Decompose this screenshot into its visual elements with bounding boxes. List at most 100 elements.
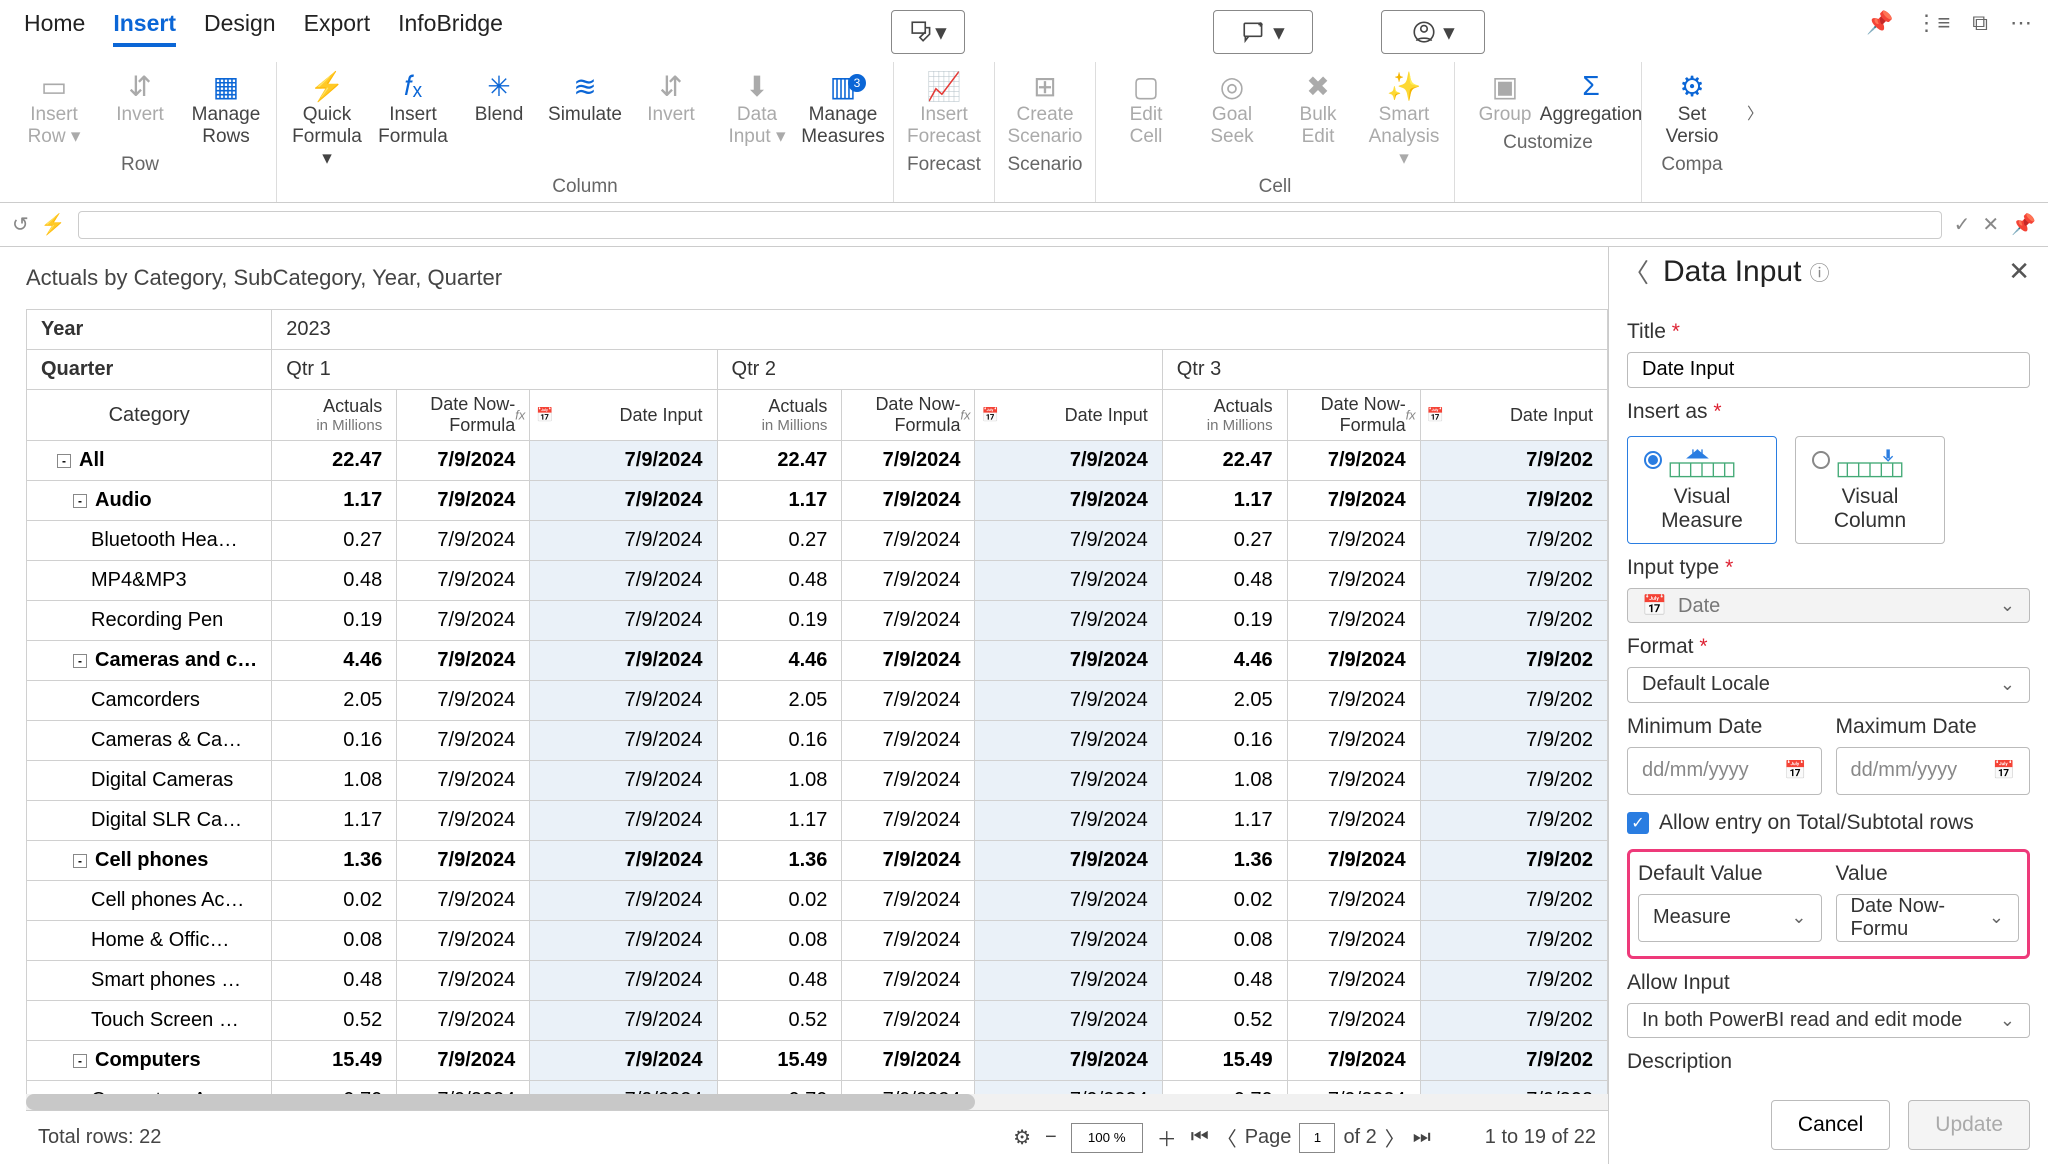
actuals-cell[interactable]: 22.47 bbox=[1162, 441, 1287, 481]
actuals-cell[interactable]: 1.36 bbox=[717, 841, 842, 881]
datenow-cell[interactable]: 7/9/2024 bbox=[1287, 1081, 1420, 1095]
datenow-cell[interactable]: 7/9/2024 bbox=[842, 881, 975, 921]
datenow-cell[interactable]: 7/9/2024 bbox=[842, 801, 975, 841]
actuals-cell[interactable]: 0.16 bbox=[1162, 721, 1287, 761]
actuals-cell[interactable]: 0.02 bbox=[717, 881, 842, 921]
actuals-cell[interactable]: 0.19 bbox=[1162, 601, 1287, 641]
datenow-cell[interactable]: 7/9/2024 bbox=[397, 1081, 530, 1095]
actuals-cell[interactable]: 0.48 bbox=[1162, 561, 1287, 601]
allow-total-checkbox[interactable]: ✓ bbox=[1627, 812, 1649, 834]
dateinput-cell[interactable]: 7/9/2024 bbox=[530, 1041, 717, 1081]
undo-icon[interactable]: ↺ bbox=[12, 212, 29, 237]
actuals-cell[interactable]: 0.70 bbox=[272, 1081, 397, 1095]
actuals-cell[interactable]: 1.17 bbox=[717, 801, 842, 841]
maxdate-input[interactable]: dd/mm/yyyy📅 bbox=[1836, 747, 2031, 795]
horizontal-scrollbar[interactable] bbox=[26, 1094, 1608, 1110]
datenow-cell[interactable]: 7/9/2024 bbox=[397, 561, 530, 601]
dateinput-cell[interactable]: 7/9/2024 bbox=[530, 841, 717, 881]
dateinput-cell[interactable]: 7/9/2024 bbox=[530, 561, 717, 601]
dateinput-cell[interactable]: 7/9/202 bbox=[1420, 561, 1607, 601]
info-icon[interactable]: ⓘ bbox=[1809, 257, 1829, 286]
datenow-cell[interactable]: 7/9/2024 bbox=[1287, 681, 1420, 721]
datenow-cell[interactable]: 7/9/2024 bbox=[397, 761, 530, 801]
formula-input[interactable] bbox=[78, 211, 1942, 239]
mindate-input[interactable]: dd/mm/yyyy📅 bbox=[1627, 747, 1822, 795]
datenow-cell[interactable]: 7/9/2024 bbox=[1287, 801, 1420, 841]
datenow-cell[interactable]: 7/9/2024 bbox=[842, 561, 975, 601]
tab-home[interactable]: Home bbox=[24, 10, 85, 47]
actuals-cell[interactable]: 4.46 bbox=[272, 641, 397, 681]
category-cell[interactable]: Digital SLR Ca… bbox=[27, 801, 272, 841]
category-cell[interactable]: Digital Cameras bbox=[27, 761, 272, 801]
datenow-cell[interactable]: 7/9/2024 bbox=[397, 441, 530, 481]
actuals-cell[interactable]: 2.05 bbox=[1162, 681, 1287, 721]
datenow-cell[interactable]: 7/9/2024 bbox=[1287, 841, 1420, 881]
ribbon-simulate[interactable]: ≋Simulate bbox=[545, 64, 625, 130]
dateinput-cell[interactable]: 7/9/202 bbox=[1420, 481, 1607, 521]
datenow-cell[interactable]: 7/9/2024 bbox=[1287, 521, 1420, 561]
dateinput-cell[interactable]: 7/9/202 bbox=[1420, 641, 1607, 681]
value-select[interactable]: Date Now-Formu⌄ bbox=[1836, 894, 2020, 942]
dateinput-cell[interactable]: 7/9/2024 bbox=[975, 761, 1162, 801]
page-last-icon[interactable]: ⏭ bbox=[1413, 1126, 1431, 1149]
bolt-icon[interactable]: ⚡ bbox=[41, 212, 66, 237]
datenow-cell[interactable]: 7/9/2024 bbox=[1287, 481, 1420, 521]
dateinput-cell[interactable]: 7/9/2024 bbox=[975, 1081, 1162, 1095]
actuals-cell[interactable]: 1.17 bbox=[1162, 481, 1287, 521]
dateinput-cell[interactable]: 7/9/2024 bbox=[975, 601, 1162, 641]
category-cell[interactable]: Smart phones … bbox=[27, 961, 272, 1001]
category-cell[interactable]: Cell phones Ac… bbox=[27, 881, 272, 921]
actuals-cell[interactable]: 2.05 bbox=[717, 681, 842, 721]
category-cell[interactable]: Bluetooth Hea… bbox=[27, 521, 272, 561]
actuals-cell[interactable]: 15.49 bbox=[272, 1041, 397, 1081]
dateinput-cell[interactable]: 7/9/2024 bbox=[530, 601, 717, 641]
actuals-cell[interactable]: 0.27 bbox=[1162, 521, 1287, 561]
actuals-cell[interactable]: 1.17 bbox=[272, 481, 397, 521]
actuals-cell[interactable]: 22.47 bbox=[717, 441, 842, 481]
datenow-cell[interactable]: 7/9/2024 bbox=[842, 841, 975, 881]
zoom-out-icon[interactable]: − bbox=[1045, 1126, 1057, 1149]
actuals-cell[interactable]: 1.17 bbox=[717, 481, 842, 521]
dateinput-cell[interactable]: 7/9/202 bbox=[1420, 721, 1607, 761]
category-cell[interactable]: -Cell phones bbox=[27, 841, 272, 881]
cancel-button[interactable]: Cancel bbox=[1771, 1100, 1890, 1150]
ribbon-manage-measures[interactable]: ▥3Manage Measures bbox=[803, 64, 883, 152]
datenow-cell[interactable]: 7/9/2024 bbox=[842, 1001, 975, 1041]
actuals-cell[interactable]: 0.27 bbox=[717, 521, 842, 561]
datenow-cell[interactable]: 7/9/2024 bbox=[397, 1001, 530, 1041]
dateinput-cell[interactable]: 7/9/2024 bbox=[530, 761, 717, 801]
actuals-cell[interactable]: 1.17 bbox=[1162, 801, 1287, 841]
category-cell[interactable]: -All bbox=[27, 441, 272, 481]
dateinput-cell[interactable]: 7/9/2024 bbox=[975, 721, 1162, 761]
inputtype-select[interactable]: 📅 Date⌄ bbox=[1627, 588, 2030, 624]
ribbon-quick-formula-[interactable]: ⚡Quick Formula ▾ bbox=[287, 64, 367, 174]
actuals-cell[interactable]: 0.27 bbox=[272, 521, 397, 561]
dateinput-cell[interactable]: 7/9/2024 bbox=[530, 441, 717, 481]
tab-design[interactable]: Design bbox=[204, 10, 276, 47]
datenow-cell[interactable]: 7/9/2024 bbox=[842, 521, 975, 561]
dateinput-cell[interactable]: 7/9/2024 bbox=[530, 881, 717, 921]
actuals-cell[interactable]: 0.19 bbox=[717, 601, 842, 641]
formula-pin-icon[interactable]: 📌 bbox=[2011, 212, 2036, 237]
ribbon-manage-rows[interactable]: ▦Manage Rows bbox=[186, 64, 266, 152]
dateinput-cell[interactable]: 7/9/2024 bbox=[530, 801, 717, 841]
datenow-cell[interactable]: 7/9/2024 bbox=[1287, 881, 1420, 921]
actuals-cell[interactable]: 0.16 bbox=[717, 721, 842, 761]
ribbon-blend[interactable]: ✳Blend bbox=[459, 64, 539, 130]
actuals-cell[interactable]: 1.08 bbox=[1162, 761, 1287, 801]
dateinput-cell[interactable]: 7/9/2024 bbox=[975, 921, 1162, 961]
ribbon-insert-formula[interactable]: 𝑓ₓInsert Formula bbox=[373, 64, 453, 152]
dateinput-cell[interactable]: 7/9/2024 bbox=[975, 441, 1162, 481]
actuals-cell[interactable]: 1.08 bbox=[272, 761, 397, 801]
datenow-cell[interactable]: 7/9/2024 bbox=[842, 721, 975, 761]
ribbon-scroll-right[interactable]: 〉 bbox=[1742, 62, 1768, 162]
filter-icon[interactable]: ⋮≡ bbox=[1915, 10, 1950, 36]
dateinput-cell[interactable]: 7/9/2024 bbox=[975, 841, 1162, 881]
panel-close-icon[interactable]: ✕ bbox=[2008, 256, 2030, 287]
visual-column-card[interactable]: Visual Column bbox=[1795, 436, 1945, 544]
category-cell[interactable]: Touch Screen … bbox=[27, 1001, 272, 1041]
page-prev-icon[interactable]: 〈 bbox=[1217, 1123, 1237, 1152]
actuals-cell[interactable]: 0.08 bbox=[1162, 921, 1287, 961]
datenow-cell[interactable]: 7/9/2024 bbox=[842, 441, 975, 481]
datenow-cell[interactable]: 7/9/2024 bbox=[1287, 561, 1420, 601]
